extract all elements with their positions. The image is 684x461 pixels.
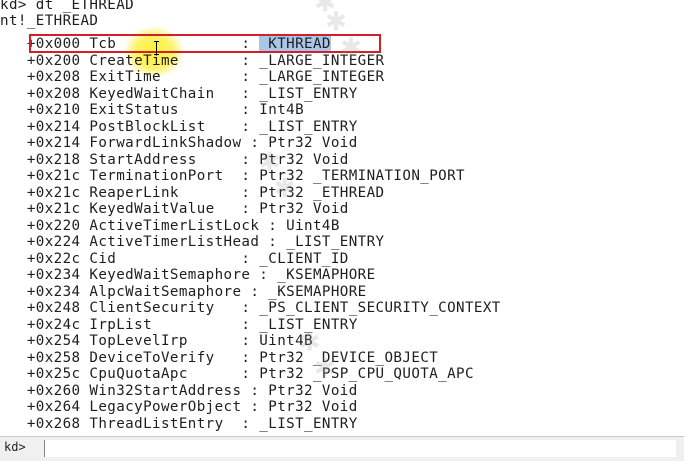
output-line: +0x218 StartAddress : Ptr32 Void: [0, 151, 349, 168]
output-line: +0x248 ClientSecurity : _PS_CLIENT_SECUR…: [0, 300, 501, 316]
output-line: +0x220 ActiveTimerListLock : Uint4B: [0, 217, 340, 234]
output-line: +0x254 TopLevelIrp : Uint4B: [0, 333, 313, 349]
output-line: +0x21c ReaperLink : Ptr32 _ETHREAD: [0, 184, 385, 201]
command-input[interactable]: [44, 440, 676, 457]
output-line: +0x214 ForwardLinkShadow : Ptr32 Void: [0, 135, 358, 151]
annotation-red-box: [29, 34, 381, 53]
output-line: +0x21c TerminationPort : Ptr32 _TERMINAT…: [0, 168, 465, 184]
output-line: +0x214 PostBlockList : _LIST_ENTRY: [0, 118, 358, 135]
output-line: +0x200 CreateTime : _LARGE_INTEGER: [0, 52, 385, 69]
output-line: +0x260 Win32StartAddress : Ptr32 Void: [0, 382, 358, 399]
output-line: +0x264 LegacyPowerObject : Ptr32 Void: [0, 399, 358, 415]
output-line: +0x208 ExitTime : _LARGE_INTEGER: [0, 69, 385, 85]
output-line: +0x22c Cid : _CLIENT_ID: [0, 250, 349, 267]
output-line: +0x258 DeviceToVerify : Ptr32 _DEVICE_OB…: [0, 349, 439, 366]
output-line: +0x210 ExitStatus : Int4B: [0, 102, 305, 118]
output-line: +0x224 ActiveTimerListHead : _LIST_ENTRY: [0, 234, 385, 250]
output-line: +0x25c CpuQuotaApc : Ptr32 _PSP_CPU_QUOT…: [0, 366, 474, 382]
ibeam-cursor-icon: [154, 41, 160, 55]
output-line: +0x268 ThreadListEntry : _LIST_ENTRY: [0, 415, 358, 432]
output-line: +0x208 KeyedWaitChain : _LIST_ENTRY: [0, 85, 358, 102]
command-prompt-label: kd>: [4, 440, 26, 454]
output-line: +0x21c KeyedWaitValue : Ptr32 Void: [0, 201, 349, 217]
command-output-pane[interactable]: kd> dt _ETHREAD nt!_ETHREAD +0x000 Tcb :…: [0, 0, 684, 436]
output-line-type-name: nt!_ETHREAD: [0, 13, 99, 29]
output-line: +0x24c IrpList : _LIST_ENTRY: [0, 316, 358, 333]
output-line: +0x234 AlpcWaitSemaphore : _KSEMAPHORE: [0, 283, 367, 300]
output-line: +0x234 KeyedWaitSemaphore : _KSEMAPHORE: [0, 267, 376, 283]
command-bar: kd>: [0, 436, 684, 461]
output-line-command: kd> dt _ETHREAD: [0, 0, 135, 13]
